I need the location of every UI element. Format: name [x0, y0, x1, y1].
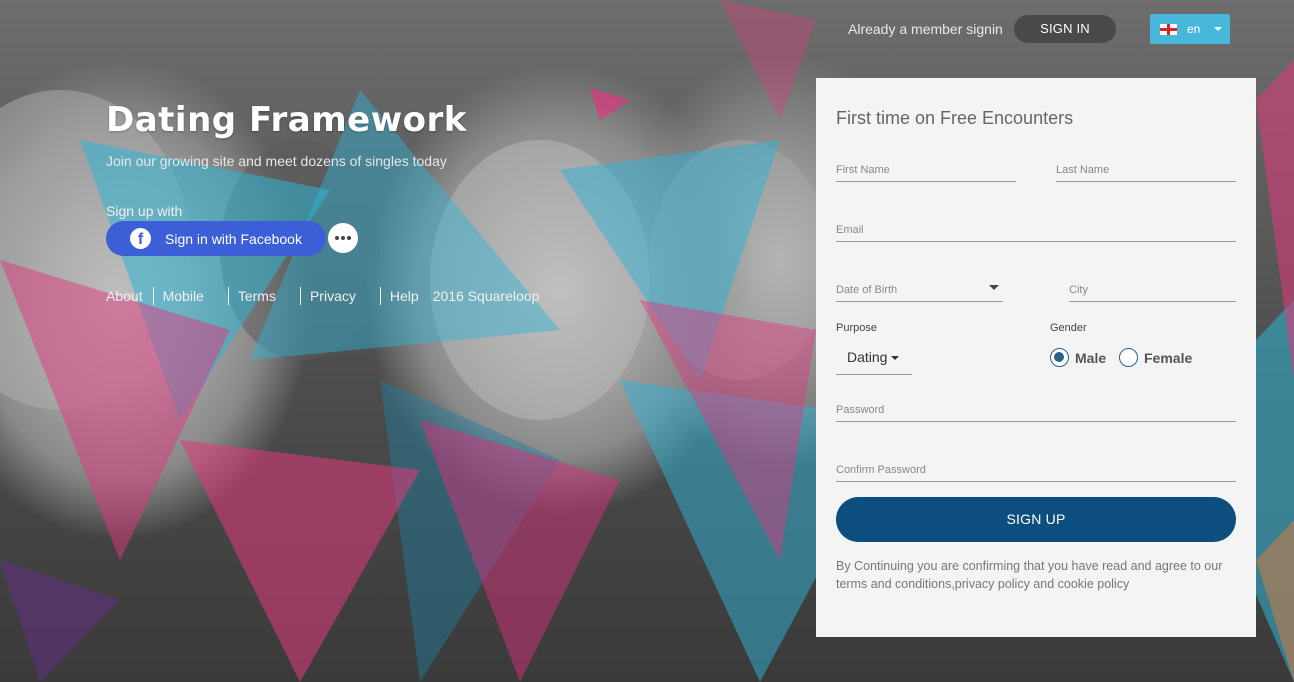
sign-in-button[interactable]: SIGN IN — [1014, 15, 1116, 43]
radio-female[interactable] — [1119, 348, 1138, 367]
site-logo[interactable]: Dating Framework — [106, 100, 467, 140]
last-name-field[interactable]: Last Name — [1056, 158, 1236, 182]
signup-form-panel: First time on Free Encounters First Name… — [816, 78, 1256, 637]
sign-up-button[interactable]: SIGN UP — [836, 497, 1236, 542]
flag-icon — [1160, 23, 1177, 35]
footer-link-help[interactable]: Help — [390, 288, 433, 304]
already-member-text: Already a member signin — [848, 21, 1003, 37]
purpose-label: Purpose — [836, 322, 877, 334]
date-of-birth-select[interactable]: Date of Birth — [836, 278, 1003, 302]
gender-label: Gender — [1050, 322, 1087, 334]
first-name-field[interactable]: First Name — [836, 158, 1016, 182]
confirm-password-field[interactable]: Confirm Password — [836, 458, 1236, 482]
chevron-down-icon — [891, 356, 900, 361]
facebook-signin-button[interactable]: f Sign in with Facebook — [106, 221, 326, 256]
form-title: First time on Free Encounters — [836, 108, 1074, 128]
divider — [227, 287, 229, 305]
tagline: Join our growing site and meet dozens of… — [106, 153, 447, 169]
more-options-button[interactable] — [328, 223, 358, 253]
terms-text: By Continuing you are confirming that yo… — [836, 559, 1223, 591]
purpose-select[interactable]: Dating — [836, 345, 912, 375]
signup-with-label: Sign up with — [106, 203, 183, 219]
divider — [379, 287, 381, 305]
gender-male-label: Male — [1075, 349, 1107, 366]
gender-option-male[interactable]: Male — [1050, 348, 1106, 367]
city-field[interactable]: City — [1069, 278, 1236, 302]
footer-link-terms[interactable]: Terms — [238, 288, 300, 304]
copyright-text: 2016 Squareloop — [432, 288, 540, 304]
email-field[interactable]: Email — [836, 218, 1236, 242]
facebook-signin-label: Sign in with Facebook — [165, 230, 302, 247]
facebook-icon: f — [130, 228, 151, 249]
password-field[interactable]: Password — [836, 398, 1236, 422]
more-dots-icon — [335, 236, 339, 240]
gender-female-label: Female — [1144, 349, 1193, 366]
footer-link-about[interactable]: About — [106, 288, 153, 304]
divider — [299, 287, 301, 305]
purpose-value: Dating — [847, 349, 888, 365]
language-selector[interactable]: en — [1150, 14, 1230, 44]
radio-male[interactable] — [1050, 348, 1069, 367]
footer-link-mobile[interactable]: Mobile — [163, 288, 228, 304]
language-label: en — [1187, 22, 1201, 36]
footer-links: About Mobile Terms Privacy Help 2016 Squ… — [106, 287, 539, 305]
gender-option-female[interactable]: Female — [1119, 348, 1192, 367]
footer-link-privacy[interactable]: Privacy — [310, 288, 380, 304]
chevron-down-icon — [1214, 27, 1223, 31]
divider — [152, 287, 154, 305]
